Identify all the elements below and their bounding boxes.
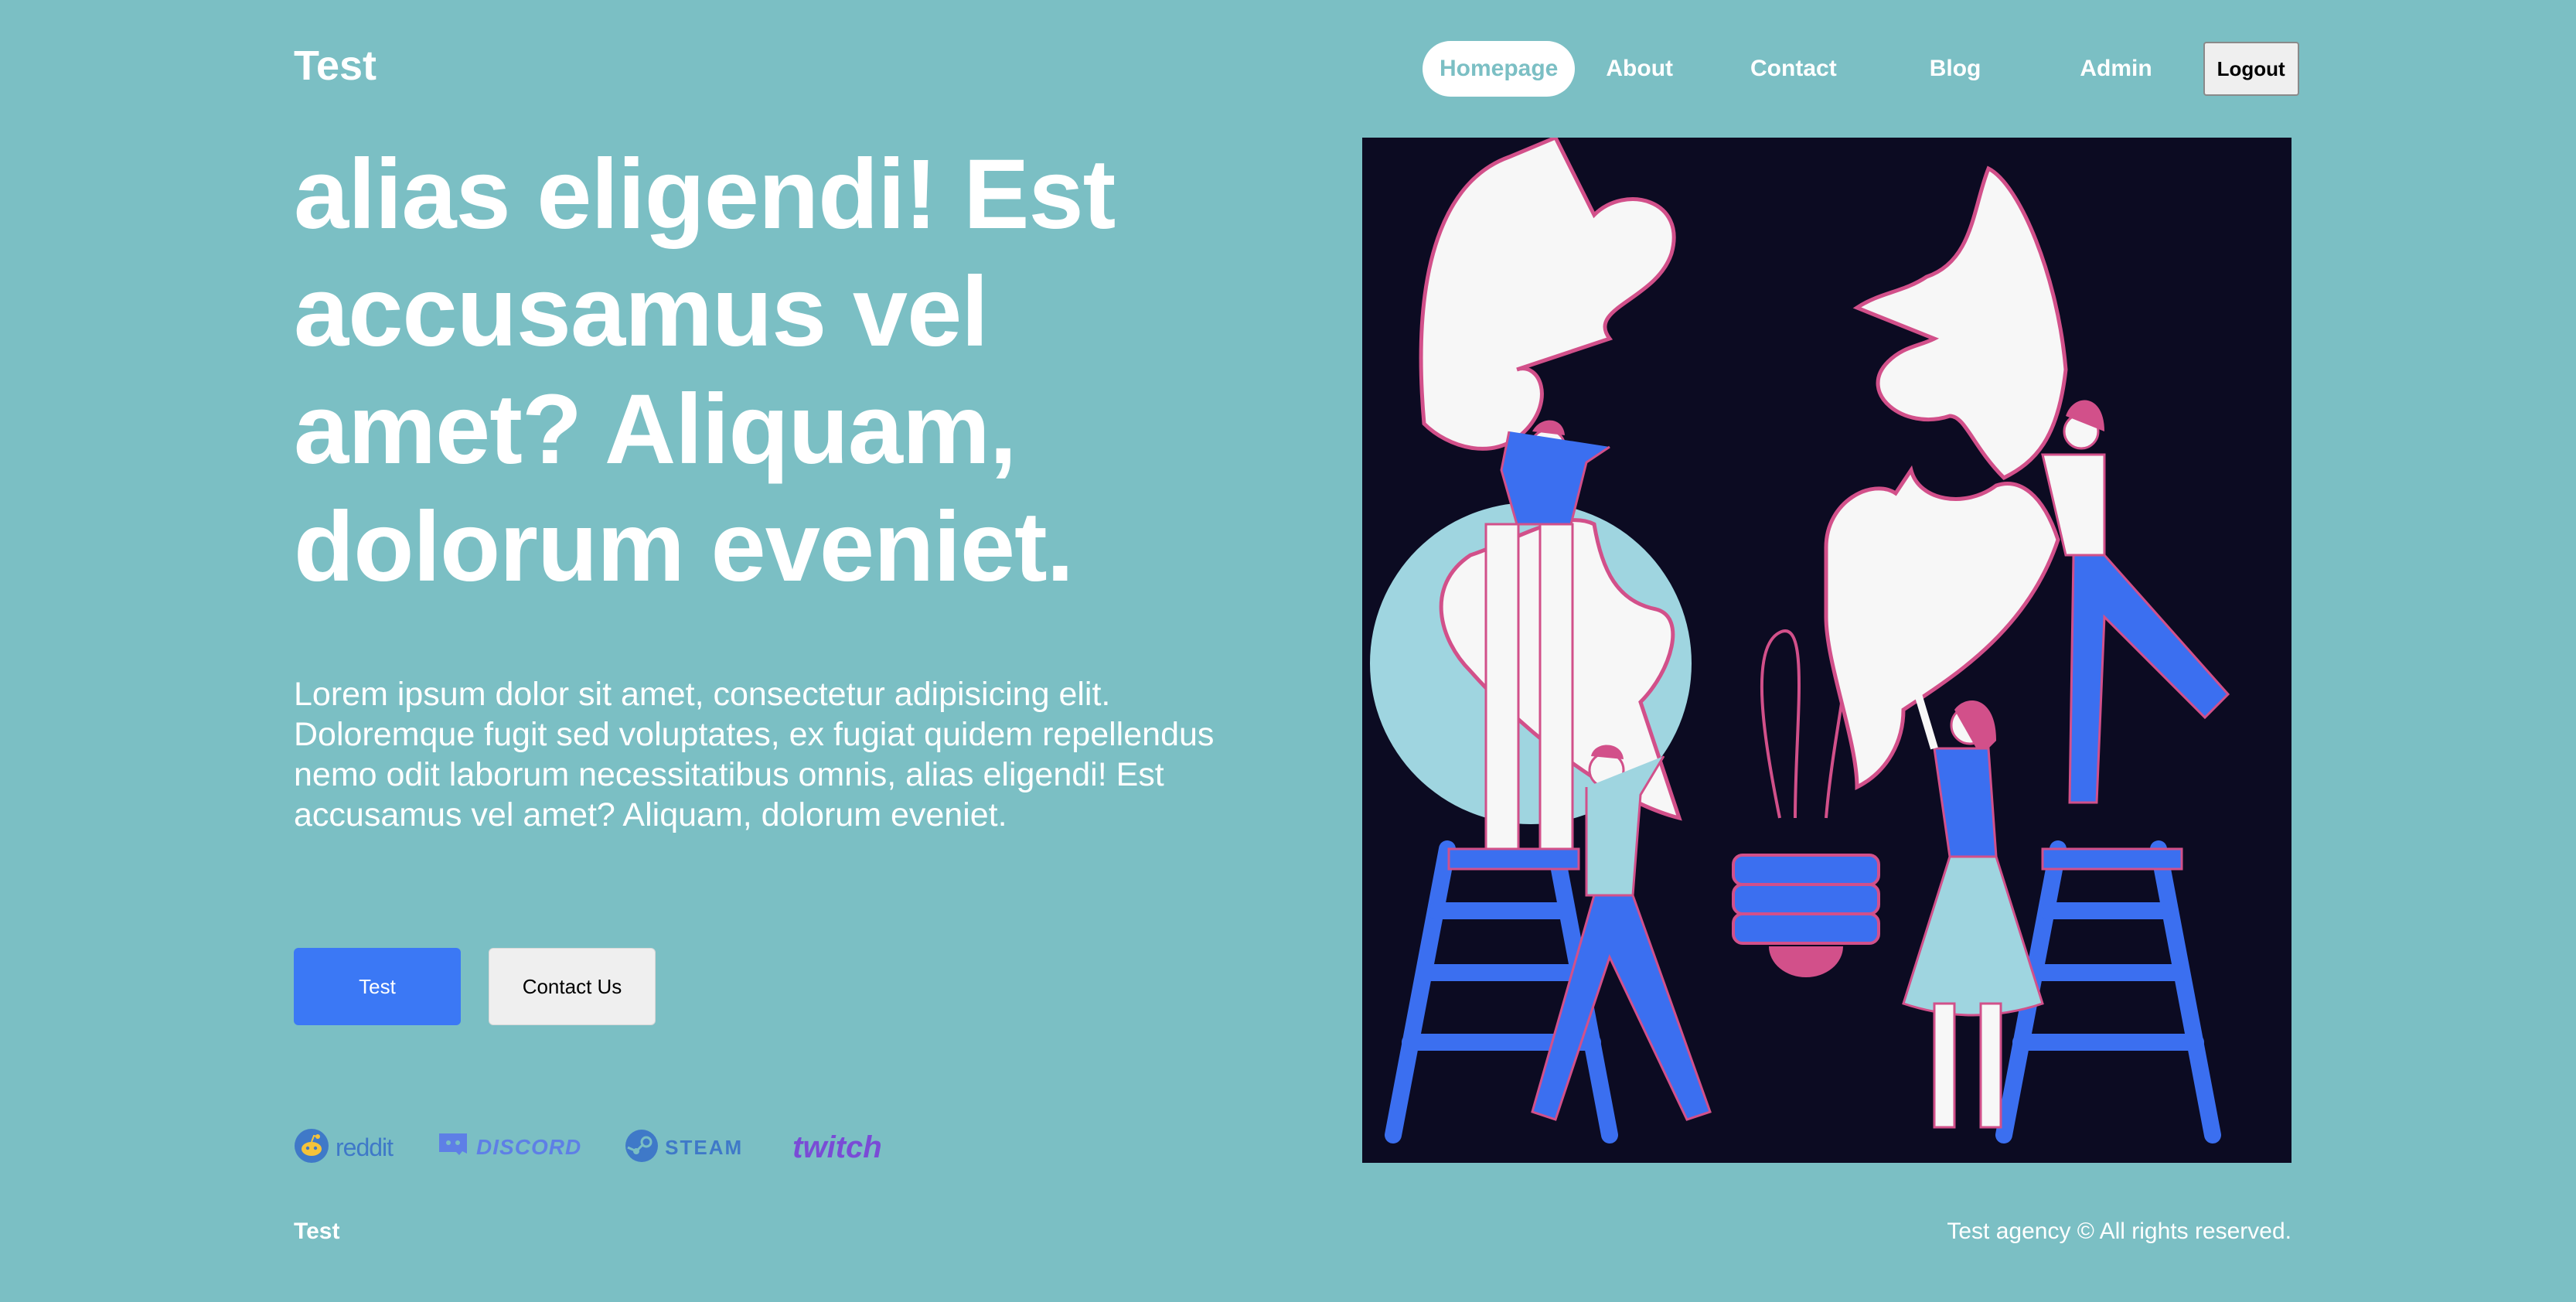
reddit-logo[interactable]: reddit (294, 1128, 394, 1167)
reddit-icon (294, 1128, 329, 1167)
hero-headline: alias eligendi! Est accusamus vel amet? … (294, 139, 1116, 602)
steam-logo[interactable]: STEAM (625, 1129, 743, 1167)
twitch-logo[interactable]: twitch (786, 1130, 882, 1165)
logout-button[interactable]: Logout (2203, 42, 2299, 96)
hero-illustration (1362, 138, 2291, 1163)
hero-lead-paragraph: Lorem ipsum dolor sit amet, consectetur … (294, 676, 1215, 833)
main-nav: Homepage About Contact Blog Admin Logout (1423, 39, 2299, 99)
footer-copyright: Test agency © All rights reserved. (1947, 1218, 2291, 1244)
steam-wordmark: STEAM (665, 1135, 744, 1159)
nav-contact[interactable]: Contact (1750, 56, 1837, 82)
teamwork-puzzle-illustration (1370, 138, 2230, 1144)
nav-about[interactable]: About (1606, 56, 1673, 82)
nav-homepage[interactable]: Homepage (1423, 41, 1576, 97)
hero-actions: Test Contact Us (294, 948, 656, 1025)
partner-logos: reddit DISCORD STEAM twitch (294, 1126, 925, 1169)
footer-brand: Test (294, 1218, 340, 1244)
twitch-wordmark: twitch (792, 1130, 882, 1164)
test-button[interactable]: Test (294, 948, 461, 1025)
nav-admin[interactable]: Admin (2080, 56, 2152, 82)
discord-logo[interactable]: DISCORD (436, 1130, 581, 1165)
discord-wordmark: DISCORD (476, 1135, 582, 1159)
site-logo-text[interactable]: Test (294, 42, 377, 90)
contact-us-button[interactable]: Contact Us (489, 948, 656, 1025)
steam-icon (625, 1129, 659, 1167)
discord-icon (436, 1130, 470, 1165)
nav-blog[interactable]: Blog (1930, 56, 1981, 82)
reddit-wordmark: reddit (336, 1133, 394, 1161)
